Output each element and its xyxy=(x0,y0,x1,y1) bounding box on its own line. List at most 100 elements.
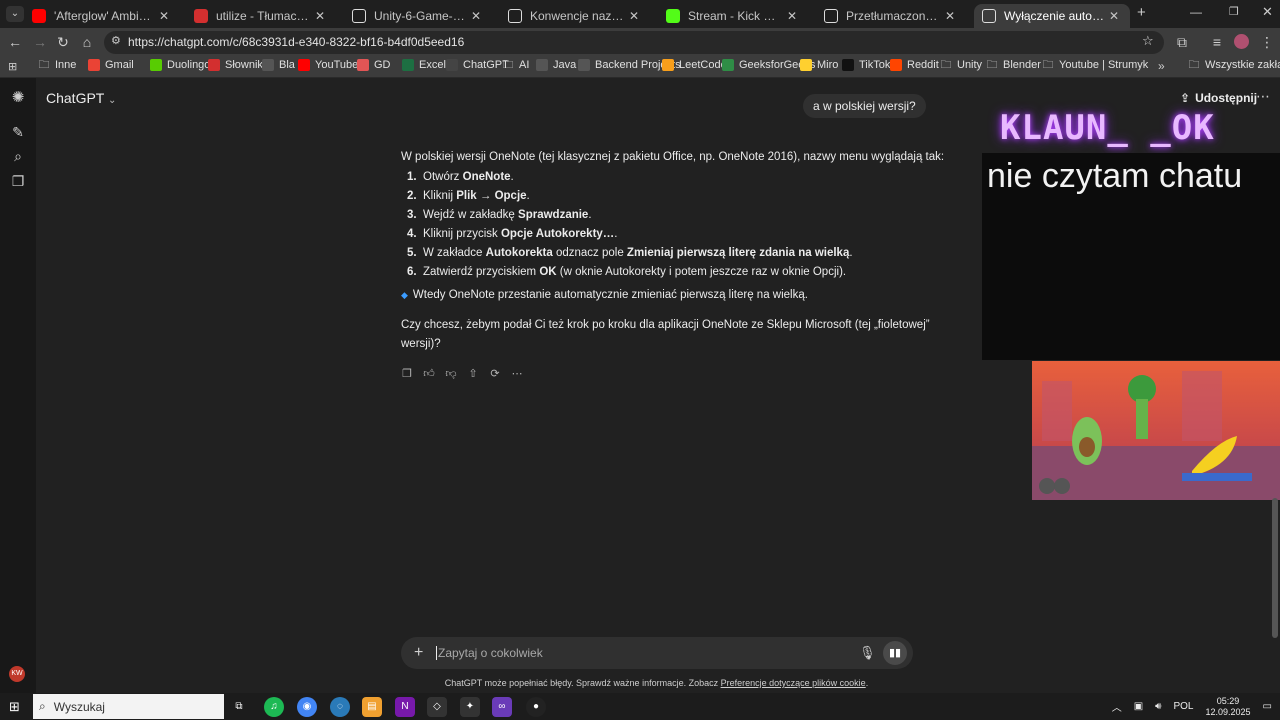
onenote-icon[interactable]: N xyxy=(395,697,415,717)
bookmark-item[interactable]: Gmail xyxy=(88,59,134,71)
bookmark-item[interactable]: 🗀︎ Youtube | Strumyk xyxy=(1042,59,1149,72)
cookie-preferences-link[interactable]: Preferencje dotyczące plików cookie xyxy=(721,678,866,688)
bookmark-item[interactable]: Miro xyxy=(800,59,838,71)
prompt-input[interactable]: Zapytaj o cokolwiek xyxy=(436,646,543,660)
bookmark-label: AI xyxy=(519,59,530,71)
folder-icon: 🗀︎ xyxy=(940,58,952,71)
tab-title: Konwencje nazewnicze metod i xyxy=(530,9,626,23)
bookmark-item[interactable]: Reddit xyxy=(890,59,939,71)
task-view-icon[interactable]: ⧉ xyxy=(229,697,249,717)
bookmark-item[interactable]: Java xyxy=(536,59,576,71)
step-num: 4. xyxy=(407,228,417,240)
close-tab-icon[interactable]: ✕ xyxy=(468,9,484,23)
search-chats-icon[interactable]: ⌕ xyxy=(10,148,26,164)
close-tab-icon[interactable]: ✕ xyxy=(1106,9,1122,23)
bookmark-item[interactable]: ChatGPT xyxy=(446,59,509,71)
bookmark-item[interactable]: 🗀︎ Unity xyxy=(940,58,983,72)
back-icon[interactable]: ← xyxy=(6,33,24,51)
unity-hub-icon[interactable]: ✦ xyxy=(460,697,480,717)
bookmark-item[interactable]: 🗀︎ Inne xyxy=(38,59,77,72)
tray-chevron-icon[interactable]: ︿ xyxy=(1112,699,1122,714)
copy-icon[interactable]: ❐ xyxy=(401,368,413,380)
app-icon[interactable]: ◌ xyxy=(330,697,350,717)
tab-search-button[interactable]: ⌄ xyxy=(6,6,24,22)
new-chat-icon[interactable]: ✎ xyxy=(10,124,26,140)
windows-start-icon[interactable]: ⊞ xyxy=(9,699,20,715)
browser-tab[interactable]: Unity-6-Game-Development-w✕ xyxy=(344,4,492,28)
browser-tab[interactable]: Wyłączenie automatycznej kap✕ xyxy=(974,4,1130,28)
browser-tab[interactable]: Przetłumaczono programowan✕ xyxy=(816,4,966,28)
more-bookmarks-icon[interactable]: » xyxy=(1158,59,1165,73)
url-text: https://chatgpt.com/c/68c3931d-e340-8322… xyxy=(128,35,465,49)
reload-icon[interactable]: ↻ xyxy=(54,33,72,51)
network-icon[interactable]: ▣ xyxy=(1134,701,1143,712)
browser-tab[interactable]: Konwencje nazewnicze metod i✕ xyxy=(500,4,650,28)
close-tab-icon[interactable]: ✕ xyxy=(942,9,958,23)
unity-icon[interactable]: ◇ xyxy=(427,697,447,717)
browser-tab[interactable]: utilize - Tłumaczenie po polsku✕ xyxy=(186,4,336,28)
forward-icon[interactable]: → xyxy=(31,33,49,51)
address-bar[interactable]: ⚙ https://chatgpt.com/c/68c3931d-e340-83… xyxy=(104,31,1164,54)
thumbs-down-icon[interactable]: 👎︎ xyxy=(445,368,457,380)
share-message-icon[interactable]: ⇧ xyxy=(467,368,479,380)
extensions-icon[interactable]: ⧉ xyxy=(1173,33,1191,51)
spotify-icon[interactable]: ♫ xyxy=(264,697,284,717)
step-pre: Wejdź w zakładkę xyxy=(423,209,519,221)
taskbar-search[interactable]: ⌕ Wyszukaj xyxy=(33,694,224,719)
language-indicator[interactable]: POL xyxy=(1173,701,1193,712)
media-controls-icon[interactable]: ≡ xyxy=(1208,33,1226,51)
scrollbar[interactable] xyxy=(1272,498,1278,638)
bookmark-item[interactable]: LeetCode xyxy=(662,59,727,71)
close-tab-icon[interactable]: ✕ xyxy=(784,9,800,23)
close-tab-icon[interactable]: ✕ xyxy=(626,9,642,23)
bookmark-item[interactable]: TikTok xyxy=(842,59,890,71)
profile-avatar[interactable] xyxy=(1234,34,1249,49)
step-post: (w oknie Autokorekty i potem jeszcze raz… xyxy=(556,266,847,278)
bookmark-star-icon[interactable]: ☆ xyxy=(1142,33,1154,49)
bookmark-item[interactable]: 🗀︎ Blender xyxy=(986,59,1041,72)
add-attachment-icon[interactable]: + xyxy=(414,644,423,662)
restore-window-icon[interactable]: ❐ xyxy=(1229,5,1239,18)
site-info-icon[interactable]: ⚙ xyxy=(111,34,121,47)
volume-icon[interactable]: 🔊︎ xyxy=(1155,701,1161,712)
message-actions: ❐ 👍︎ 👎︎ ⇧ ⟳ ⋯ xyxy=(401,368,523,380)
chrome-icon[interactable]: ◉ xyxy=(297,697,317,717)
obs-icon[interactable]: ● xyxy=(526,697,546,717)
files-icon[interactable]: ▤ xyxy=(362,697,382,717)
library-icon[interactable]: ❐ xyxy=(10,173,26,189)
more-actions-icon[interactable]: ⋯ xyxy=(511,368,523,380)
bookmark-item[interactable]: GD xyxy=(357,59,391,71)
thumbs-up-icon[interactable]: 👍︎ xyxy=(423,368,435,380)
share-button[interactable]: ⇪ Udostępnij xyxy=(1180,91,1257,105)
notifications-icon[interactable]: ▭ xyxy=(1263,701,1272,712)
close-window-icon[interactable]: ✕ xyxy=(1262,4,1273,20)
close-tab-icon[interactable]: ✕ xyxy=(312,9,328,23)
bookmark-item[interactable]: Słownik xyxy=(208,59,263,71)
voice-mode-button[interactable]: ▮▮ xyxy=(883,641,907,665)
browser-tab[interactable]: Stream - Kick Dashboard✕ xyxy=(658,4,808,28)
close-tab-icon[interactable]: ✕ xyxy=(156,9,172,23)
microphone-icon[interactable]: 🎙︎ xyxy=(859,645,876,661)
visual-studio-icon[interactable]: ∞ xyxy=(492,697,512,717)
browser-menu-icon[interactable]: ⋮ xyxy=(1258,33,1276,51)
bookmark-item[interactable]: 🗀︎ Wszystkie zakładki xyxy=(1188,59,1280,72)
bookmark-label: Youtube | Strumyk xyxy=(1059,59,1149,71)
minimize-window-icon[interactable]: — xyxy=(1190,5,1202,19)
conversation-options-icon[interactable]: ⋯ xyxy=(1256,88,1270,105)
browser-tab[interactable]: 'Afterglow' Ambient Mix - YouT✕ xyxy=(24,4,180,28)
bookmark-item[interactable]: YouTube xyxy=(298,59,358,71)
regenerate-icon[interactable]: ⟳ xyxy=(489,368,501,380)
apps-grid-icon[interactable]: ⊞ xyxy=(8,60,17,73)
clock[interactable]: 05:29 12.09.2025 xyxy=(1206,696,1251,718)
diamond-bullet-icon: ◆ xyxy=(401,290,408,300)
chatgpt-logo-icon[interactable]: ✺ xyxy=(10,90,26,106)
model-selector[interactable]: ChatGPT ⌄ xyxy=(46,90,116,106)
bookmark-item[interactable]: Bla xyxy=(262,59,295,71)
home-icon[interactable]: ⌂ xyxy=(78,33,96,51)
bookmark-item[interactable]: Duolingo xyxy=(150,59,210,71)
step-post: . xyxy=(510,171,514,183)
bookmark-item[interactable]: 🗀︎ AI xyxy=(502,59,530,72)
bookmark-item[interactable]: Excel xyxy=(402,59,446,71)
new-tab-button[interactable]: + xyxy=(1137,4,1146,21)
time: 05:29 xyxy=(1216,695,1240,706)
